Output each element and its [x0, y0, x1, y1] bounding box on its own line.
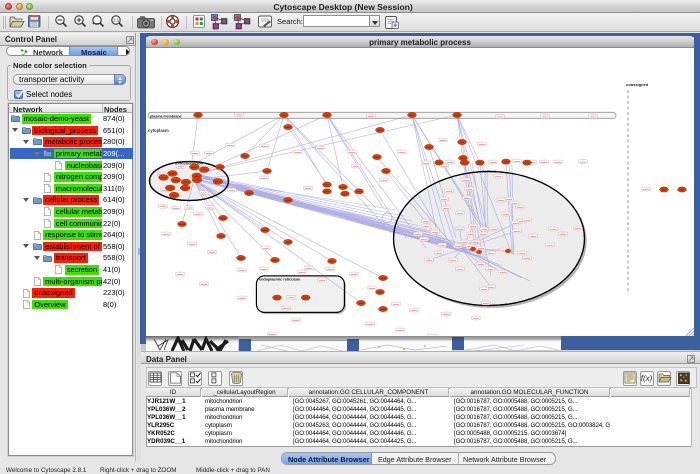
svg-text:endoplasmic reticulum: endoplasmic reticulum [259, 277, 301, 281]
svg-text:unassigned: unassigned [626, 82, 649, 87]
svg-text:1:1: 1:1 [113, 18, 120, 23]
svg-text:plasma membrane: plasma membrane [150, 114, 182, 118]
svg-text:cytoplasm: cytoplasm [148, 128, 169, 133]
